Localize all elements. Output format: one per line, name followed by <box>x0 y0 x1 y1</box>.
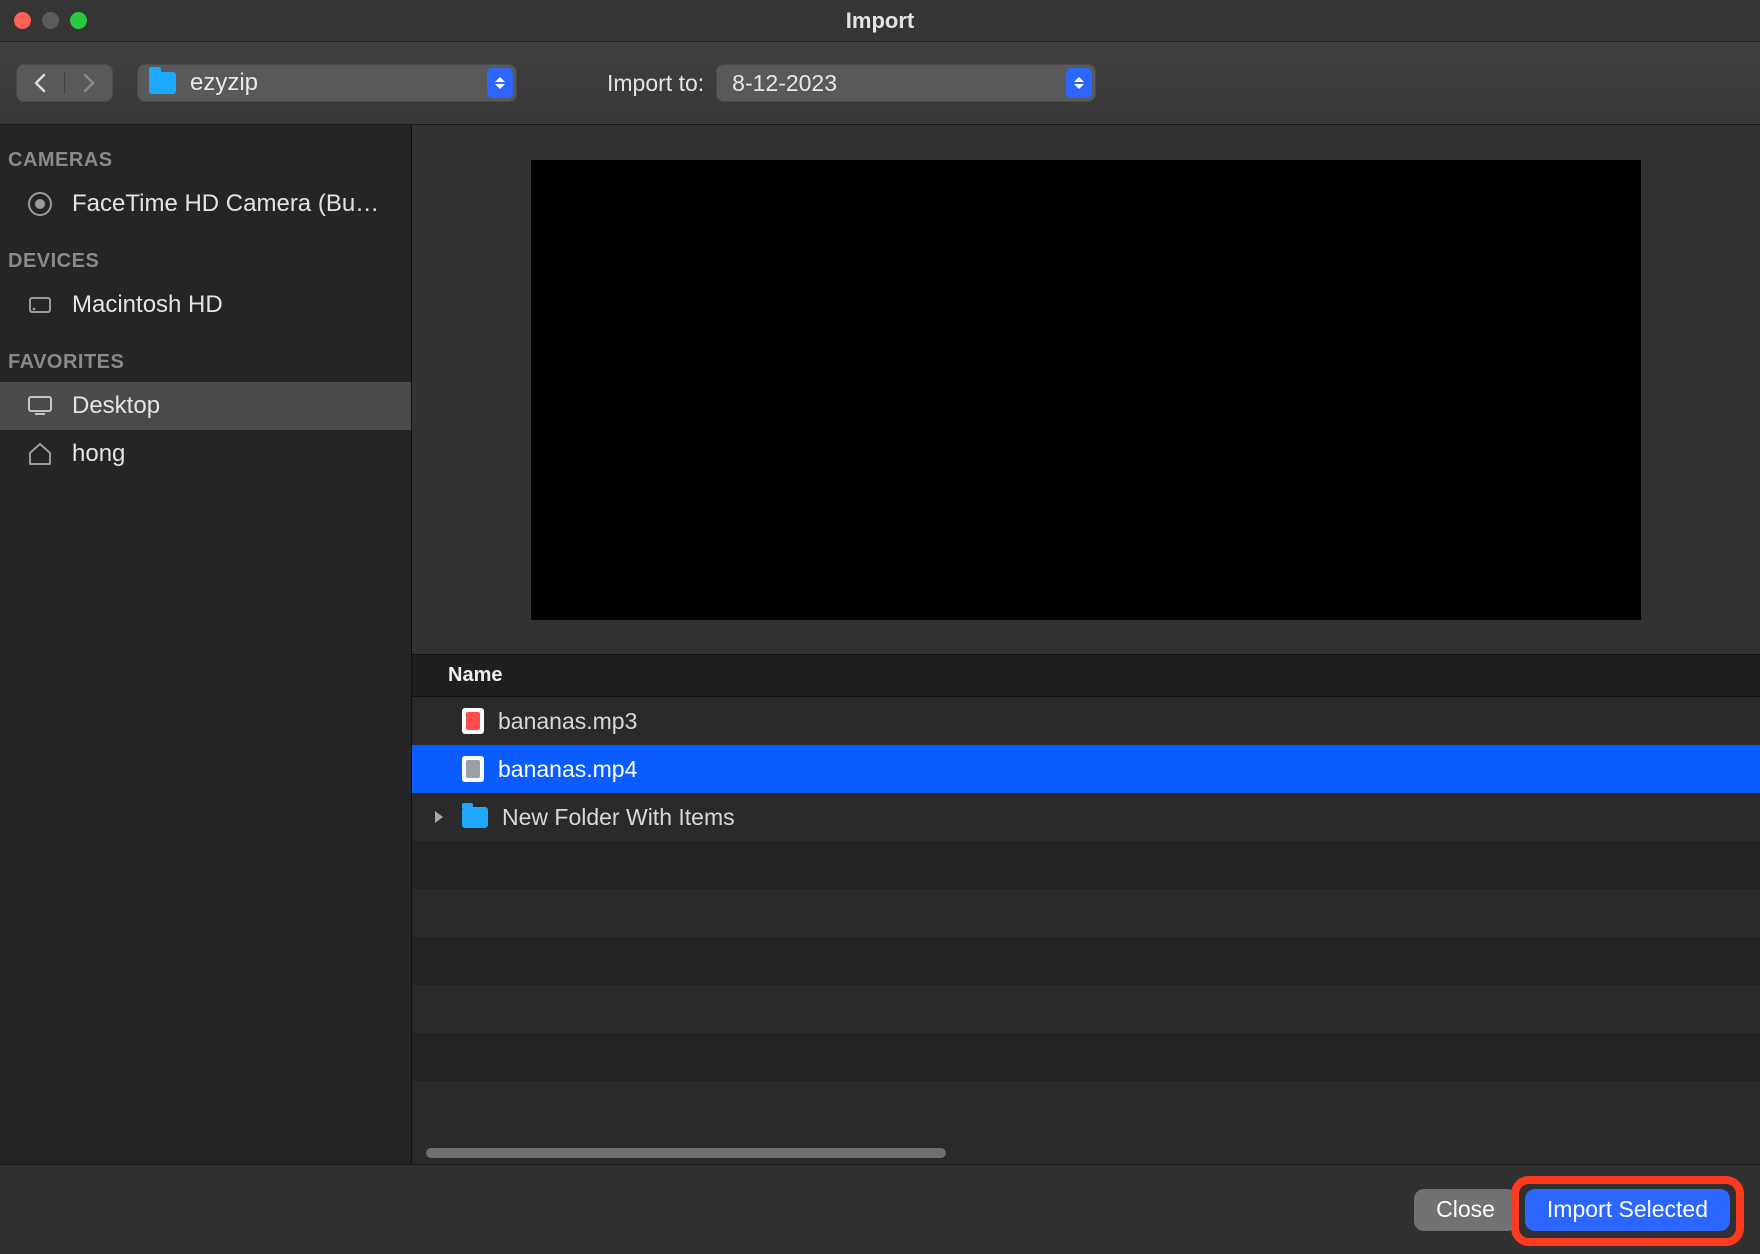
list-header[interactable]: Name <box>412 655 1760 697</box>
sidebar-item-label: Desktop <box>72 392 160 420</box>
folder-icon <box>149 72 176 94</box>
dropdown-stepper-icon <box>487 68 513 98</box>
sidebar-item-facetime-camera[interactable]: FaceTime HD Camera (Bu… <box>0 180 411 228</box>
file-row-selected[interactable]: bananas.mp4 <box>412 745 1760 793</box>
chevron-left-icon <box>33 73 47 93</box>
toolbar: ezyzip Import to: 8-12-2023 <box>0 42 1760 125</box>
sidebar-heading-favorites: FAVORITES <box>0 345 411 382</box>
horizontal-scrollbar[interactable] <box>426 1148 946 1158</box>
empty-row <box>412 889 1760 937</box>
sidebar-item-macintosh-hd[interactable]: Macintosh HD <box>0 281 411 329</box>
empty-row <box>412 841 1760 889</box>
preview-video-frame <box>531 160 1641 620</box>
preview-area <box>412 125 1760 655</box>
folder-name: New Folder With Items <box>502 804 735 831</box>
path-dropdown[interactable]: ezyzip <box>137 64 517 102</box>
import-selected-button[interactable]: Import Selected <box>1525 1189 1730 1231</box>
window-zoom-button[interactable] <box>70 12 87 29</box>
sidebar-heading-devices: DEVICES <box>0 244 411 281</box>
window-controls <box>14 12 87 29</box>
column-name-header: Name <box>448 664 502 687</box>
sidebar-item-label: Macintosh HD <box>72 291 223 319</box>
sidebar-heading-cameras: CAMERAS <box>0 143 411 180</box>
file-name: bananas.mp4 <box>498 756 637 783</box>
import-to-label: Import to: <box>607 70 704 97</box>
import-to-dropdown[interactable]: 8-12-2023 <box>716 64 1096 102</box>
content-pane: Name bananas.mp3 bananas.mp4 New Folder … <box>412 125 1760 1164</box>
sidebar-item-desktop[interactable]: Desktop <box>0 382 411 430</box>
empty-row <box>412 985 1760 1033</box>
dropdown-stepper-icon <box>1066 68 1092 98</box>
folder-row[interactable]: New Folder With Items <box>412 793 1760 841</box>
sidebar: CAMERAS FaceTime HD Camera (Bu… DEVICES … <box>0 125 412 1164</box>
video-file-icon <box>462 756 484 782</box>
disclosure-triangle-icon[interactable] <box>430 810 448 824</box>
desktop-icon <box>26 392 54 420</box>
sidebar-item-label: hong <box>72 440 125 468</box>
window-minimize-button[interactable] <box>42 12 59 29</box>
sidebar-item-home[interactable]: hong <box>0 430 411 478</box>
titlebar: Import <box>0 0 1760 42</box>
window-close-button[interactable] <box>14 12 31 29</box>
file-name: bananas.mp3 <box>498 708 637 735</box>
empty-row <box>412 937 1760 985</box>
chevron-right-icon <box>82 73 96 93</box>
file-list: bananas.mp3 bananas.mp4 New Folder With … <box>412 697 1760 1164</box>
nav-buttons <box>16 64 113 102</box>
nav-back-button[interactable] <box>16 64 64 102</box>
main-area: CAMERAS FaceTime HD Camera (Bu… DEVICES … <box>0 125 1760 1164</box>
nav-forward-button[interactable] <box>65 64 113 102</box>
camera-circle-icon <box>26 190 54 218</box>
close-button[interactable]: Close <box>1414 1189 1517 1231</box>
audio-file-icon <box>462 708 484 734</box>
import-to-dropdown-label: 8-12-2023 <box>732 70 837 97</box>
folder-icon <box>462 807 488 828</box>
window-title: Import <box>0 8 1760 34</box>
footer: Close Import Selected <box>0 1164 1760 1254</box>
path-dropdown-label: ezyzip <box>190 69 258 97</box>
harddisk-icon <box>26 291 54 319</box>
empty-row <box>412 1033 1760 1081</box>
sidebar-item-label: FaceTime HD Camera (Bu… <box>72 190 379 218</box>
file-row[interactable]: bananas.mp3 <box>412 697 1760 745</box>
home-icon <box>26 440 54 468</box>
